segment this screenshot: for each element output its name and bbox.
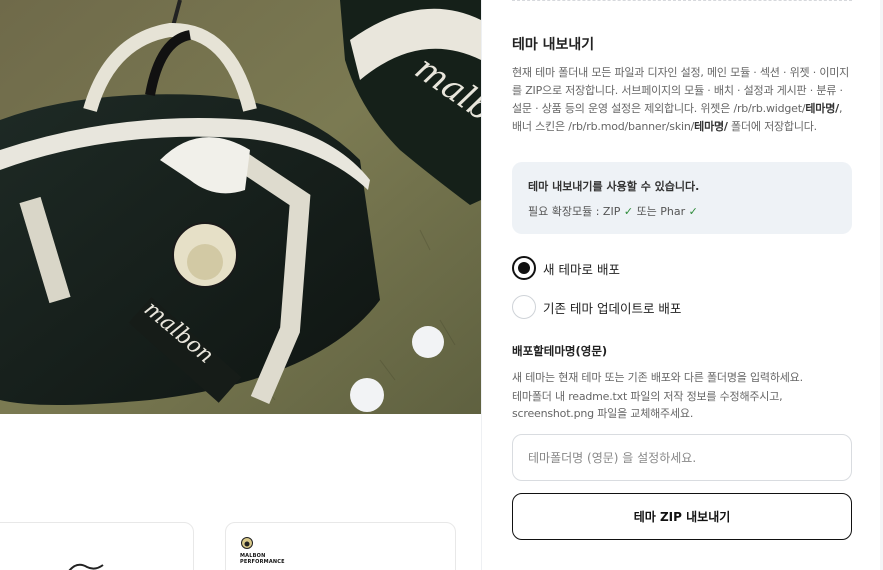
radio-label: 새 테마로 배포 (543, 261, 620, 277)
product-card[interactable]: MALBON PERFORMANCE (225, 522, 456, 570)
radio-button[interactable] (512, 295, 536, 319)
product-card[interactable] (0, 522, 194, 570)
radio-label: 기존 테마 업데이트로 배포 (543, 300, 682, 316)
required-modules: 필요 확장모듈 : ZIP ✓ 또는 Phar ✓ (528, 205, 698, 218)
theme-export-panel: 테마 내보내기 현재 테마 폴더내 모든 파일과 디자인 설정, 메인 모듈 ·… (481, 0, 883, 570)
panel-title: 테마 내보내기 (512, 37, 595, 53)
export-description: 현재 테마 폴더내 모든 파일과 디자인 설정, 메인 모듈 · 섹션 · 위젯… (512, 66, 850, 133)
page-background: malbon malbon MALBON PERFORMANCE (0, 0, 481, 570)
brand-name: MALBON PERFORMANCE (240, 553, 285, 565)
divider (512, 0, 852, 2)
availability-notice: 테마 내보내기를 사용할 수 있습니다. 필요 확장모듈 : ZIP ✓ 또는 … (512, 162, 852, 234)
check-icon: ✓ (623, 205, 634, 218)
golf-bag-photo: malbon malbon (0, 0, 481, 414)
radio-new-theme[interactable]: 새 테마로 배포 (512, 256, 620, 280)
check-icon: ✓ (688, 205, 698, 218)
theme-name-label: 배포할테마명(영문) (512, 344, 608, 358)
notice-title: 테마 내보내기를 사용할 수 있습니다. (528, 180, 700, 193)
product-image (68, 563, 104, 570)
hero-image: malbon malbon (0, 0, 481, 414)
theme-folder-input[interactable] (512, 434, 852, 481)
radio-button-selected[interactable] (512, 256, 536, 280)
radio-update-theme[interactable]: 기존 테마 업데이트로 배포 (512, 295, 681, 319)
brand-logo-icon (241, 537, 253, 549)
readme-help: 테마폴더 내 readme.txt 파일의 저작 정보를 수정해주시고, scr… (512, 390, 783, 420)
theme-name-help: 새 테마는 현재 테마 또는 기존 배포와 다른 폴더명을 입력하세요. (512, 371, 803, 384)
export-zip-button[interactable]: 테마 ZIP 내보내기 (512, 493, 852, 540)
